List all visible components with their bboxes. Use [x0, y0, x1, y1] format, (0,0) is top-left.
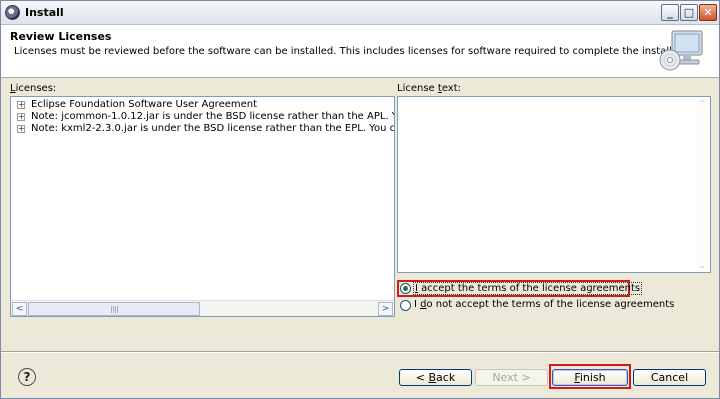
finish-button[interactable]: Finish — [552, 369, 628, 386]
help-icon[interactable]: ? — [18, 368, 36, 386]
expand-icon[interactable]: + — [17, 113, 25, 121]
window-title: Install — [25, 6, 64, 19]
minimize-button[interactable]: _ — [661, 4, 679, 21]
eclipse-icon — [5, 5, 20, 20]
close-button[interactable]: ✕ — [699, 4, 717, 21]
title-bar: Install _ □ ✕ — [1, 1, 719, 25]
page-header: Review Licenses Licenses must be reviewe… — [1, 25, 719, 78]
licenses-tree[interactable]: + Eclipse Foundation Software User Agree… — [10, 96, 395, 317]
radio-checked-icon[interactable] — [400, 283, 411, 294]
licenses-label: Licenses: — [10, 83, 57, 94]
horizontal-scrollbar[interactable]: < > — [11, 300, 394, 316]
scroll-left-button[interactable]: < — [12, 302, 27, 316]
scrollbar-thumb[interactable] — [28, 302, 200, 316]
next-button[interactable]: Next > — [475, 369, 548, 386]
expand-icon[interactable]: + — [17, 125, 25, 133]
page-description: Licenses must be reviewed before the sof… — [14, 46, 676, 57]
license-text-area[interactable]: ⌃ ⌄ — [397, 96, 711, 273]
grip-icon — [111, 306, 119, 313]
computer-cd-icon — [659, 30, 703, 71]
accept-label: I accept the terms of the license agreem… — [413, 282, 643, 295]
license-text-label: License text: — [397, 83, 461, 94]
maximize-button[interactable]: □ — [680, 4, 698, 21]
scroll-down-icon[interactable]: ⌄ — [699, 261, 706, 270]
tree-item-label: Note: kxml2-2.3.0.jar is under the BSD l… — [31, 123, 395, 134]
separator — [1, 351, 719, 353]
page-title: Review Licenses — [10, 30, 112, 43]
tree-item-label: Note: jcommon-1.0.12.jar is under the BS… — [31, 111, 395, 122]
decline-label: I do not accept the terms of the license… — [414, 299, 675, 310]
scroll-right-button[interactable]: > — [378, 302, 393, 316]
vertical-scrollbar[interactable]: ⌃ ⌄ — [697, 97, 710, 272]
install-dialog: Install _ □ ✕ Review Licenses Licenses m… — [0, 0, 720, 399]
radio-unchecked-icon[interactable] — [400, 300, 411, 311]
cancel-button[interactable]: Cancel — [633, 369, 706, 386]
tree-item-label: Eclipse Foundation Software User Agreeme… — [31, 99, 258, 110]
back-button[interactable]: < Back — [399, 369, 472, 386]
scroll-up-icon[interactable]: ⌃ — [699, 99, 706, 108]
expand-icon[interactable]: + — [17, 101, 25, 109]
